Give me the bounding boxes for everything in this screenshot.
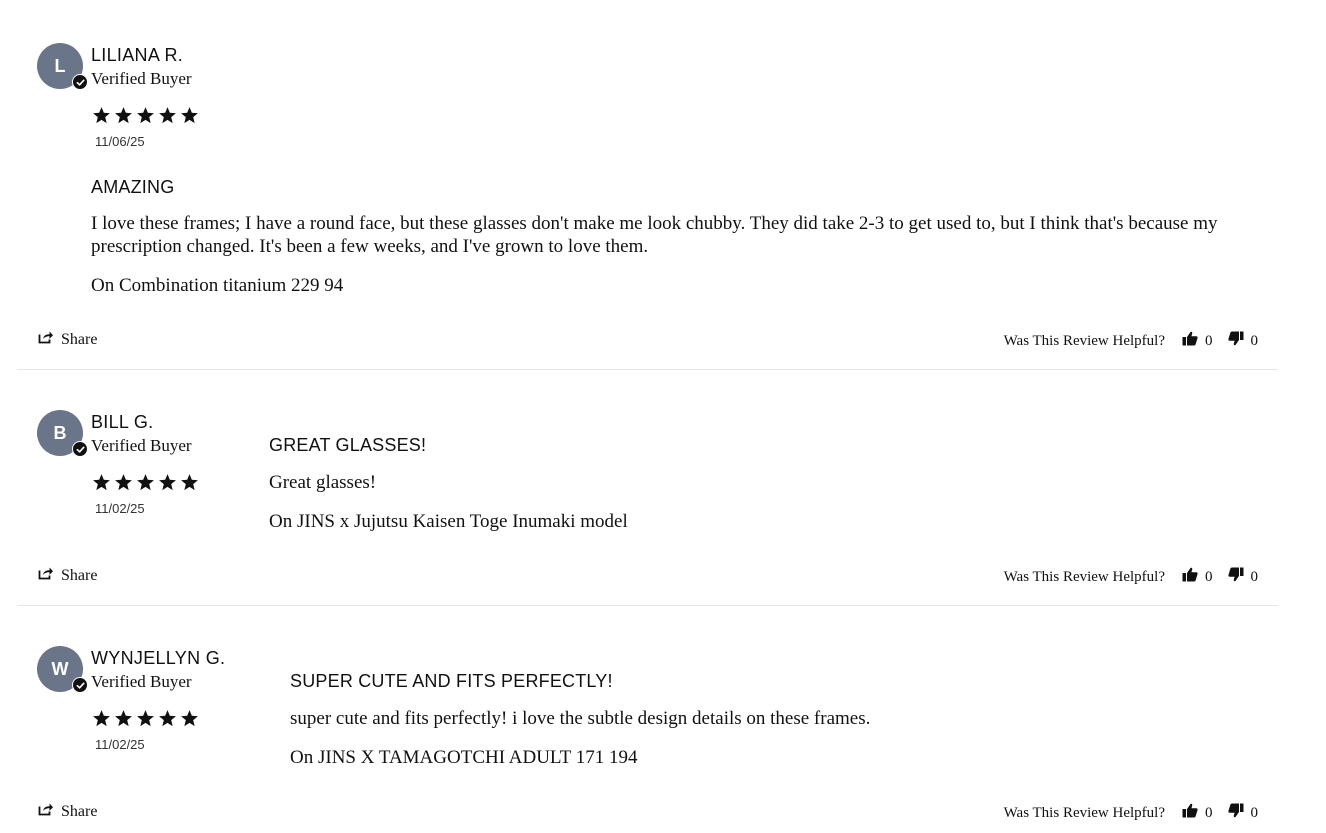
star-icon [181,710,198,727]
downvote-count: 0 [1250,804,1259,821]
helpful-votes: Was This Review Helpful? 0 0 [1004,803,1258,823]
avatar-initial: W [51,658,69,679]
share-button[interactable]: Share [38,802,97,821]
upvote-button[interactable]: 0 [1182,803,1213,823]
upvote-count: 0 [1205,804,1213,821]
reviewer-name: WYNJELLYN G. [91,648,226,668]
star-icon [137,710,154,727]
star-rating [92,709,199,727]
avatar: W [37,646,88,693]
review-date: 11/02/25 [95,737,145,752]
helpful-question: Was This Review Helpful? [1003,804,1165,821]
verified-buyer-label: Verified Buyer [91,672,192,691]
star-icon [93,710,110,727]
share-icon [38,802,54,821]
star-icon [159,710,176,727]
review-card: W WYNJELLYN G. Verified Buyer 11/02/25 S… [17,0,1278,833]
share-label: Share [61,802,98,820]
review-product: On JINS X TAMAGOTCHI ADULT 171 194 [290,747,638,768]
downvote-button[interactable]: 0 [1227,803,1259,823]
review-body: super cute and fits perfectly! i love th… [290,708,871,729]
verified-check-icon [72,677,88,693]
thumbs-down-icon [1227,803,1244,823]
star-icon [115,710,132,727]
review-title: SUPER CUTE AND FITS PERFECTLY! [290,671,613,691]
thumbs-up-icon [1182,803,1198,823]
